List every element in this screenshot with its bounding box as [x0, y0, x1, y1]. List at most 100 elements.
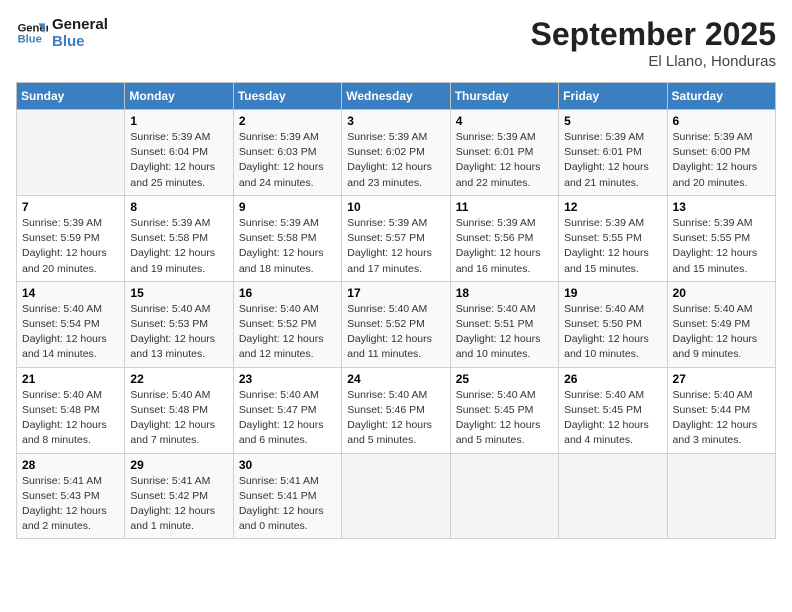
- day-number: 15: [130, 286, 227, 300]
- day-info: Sunrise: 5:39 AM Sunset: 6:04 PM Dayligh…: [130, 130, 227, 191]
- day-info: Sunrise: 5:40 AM Sunset: 5:52 PM Dayligh…: [239, 302, 336, 363]
- calendar-week-row: 14Sunrise: 5:40 AM Sunset: 5:54 PM Dayli…: [17, 281, 776, 367]
- calendar-cell: 12 Sunrise: 5:39 AM Sunset: 5:55 PM Dayli…: [559, 195, 667, 281]
- day-number: 4: [456, 114, 553, 128]
- day-number: 6: [673, 114, 770, 128]
- logo-general: General: [52, 16, 108, 33]
- calendar-cell: 30 Sunrise: 5:41 AM Sunset: 5:41 PM Dayli…: [233, 453, 341, 539]
- calendar-cell: 18 Sunrise: 5:40 AM Sunset: 5:51 PM Dayli…: [450, 281, 558, 367]
- calendar-cell: [667, 453, 775, 539]
- day-info: Sunrise: 5:40 AM Sunset: 5:48 PM Dayligh…: [130, 388, 227, 449]
- day-info: Sunrise: 5:39 AM Sunset: 5:59 PM Dayligh…: [22, 216, 119, 277]
- day-number: 24: [347, 372, 444, 386]
- day-info: Sunrise: 5:39 AM Sunset: 6:01 PM Dayligh…: [564, 130, 661, 191]
- day-number: 29: [130, 458, 227, 472]
- day-number: 18: [456, 286, 553, 300]
- calendar-header-saturday: Saturday: [667, 83, 775, 110]
- calendar-cell: 4 Sunrise: 5:39 AM Sunset: 6:01 PM Daylig…: [450, 110, 558, 196]
- calendar-cell: [342, 453, 450, 539]
- day-info: Sunrise: 5:40 AM Sunset: 5:45 PM Dayligh…: [456, 388, 553, 449]
- day-number: 10: [347, 200, 444, 214]
- day-number: 9: [239, 200, 336, 214]
- location-subtitle: El Llano, Honduras: [531, 53, 776, 70]
- day-info: Sunrise: 5:39 AM Sunset: 6:02 PM Dayligh…: [347, 130, 444, 191]
- calendar-cell: 10 Sunrise: 5:39 AM Sunset: 5:57 PM Dayli…: [342, 195, 450, 281]
- day-info: Sunrise: 5:41 AM Sunset: 5:41 PM Dayligh…: [239, 474, 336, 535]
- calendar-cell: 25 Sunrise: 5:40 AM Sunset: 5:45 PM Dayli…: [450, 367, 558, 453]
- month-title: September 2025: [531, 16, 776, 53]
- day-info: Sunrise: 5:40 AM Sunset: 5:52 PM Dayligh…: [347, 302, 444, 363]
- day-info: Sunrise: 5:39 AM Sunset: 5:55 PM Dayligh…: [564, 216, 661, 277]
- day-info: Sunrise: 5:40 AM Sunset: 5:53 PM Dayligh…: [130, 302, 227, 363]
- day-info: Sunrise: 5:39 AM Sunset: 5:55 PM Dayligh…: [673, 216, 770, 277]
- calendar-cell: 23 Sunrise: 5:40 AM Sunset: 5:47 PM Dayli…: [233, 367, 341, 453]
- calendar-cell: 14Sunrise: 5:40 AM Sunset: 5:54 PM Dayli…: [17, 281, 125, 367]
- day-number: 2: [239, 114, 336, 128]
- day-number: 23: [239, 372, 336, 386]
- calendar-cell: 2 Sunrise: 5:39 AM Sunset: 6:03 PM Daylig…: [233, 110, 341, 196]
- day-number: 19: [564, 286, 661, 300]
- day-info: Sunrise: 5:41 AM Sunset: 5:43 PM Dayligh…: [22, 474, 119, 535]
- calendar-week-row: 28 Sunrise: 5:41 AM Sunset: 5:43 PM Dayli…: [17, 453, 776, 539]
- day-number: 17: [347, 286, 444, 300]
- day-info: Sunrise: 5:40 AM Sunset: 5:51 PM Dayligh…: [456, 302, 553, 363]
- calendar-header-tuesday: Tuesday: [233, 83, 341, 110]
- calendar-cell: 26 Sunrise: 5:40 AM Sunset: 5:45 PM Dayli…: [559, 367, 667, 453]
- calendar-cell: 9Sunrise: 5:39 AM Sunset: 5:58 PM Daylig…: [233, 195, 341, 281]
- svg-text:Blue: Blue: [18, 34, 42, 46]
- day-info: Sunrise: 5:39 AM Sunset: 6:03 PM Dayligh…: [239, 130, 336, 191]
- day-number: 12: [564, 200, 661, 214]
- calendar-cell: 28 Sunrise: 5:41 AM Sunset: 5:43 PM Dayli…: [17, 453, 125, 539]
- logo-icon: General Blue: [16, 17, 48, 49]
- day-info: Sunrise: 5:39 AM Sunset: 5:58 PM Dayligh…: [130, 216, 227, 277]
- day-info: Sunrise: 5:40 AM Sunset: 5:46 PM Dayligh…: [347, 388, 444, 449]
- calendar-cell: 5 Sunrise: 5:39 AM Sunset: 6:01 PM Daylig…: [559, 110, 667, 196]
- day-number: 5: [564, 114, 661, 128]
- day-number: 30: [239, 458, 336, 472]
- day-info: Sunrise: 5:39 AM Sunset: 6:01 PM Dayligh…: [456, 130, 553, 191]
- calendar-header-friday: Friday: [559, 83, 667, 110]
- day-number: 25: [456, 372, 553, 386]
- calendar-cell: 27Sunrise: 5:40 AM Sunset: 5:44 PM Dayli…: [667, 367, 775, 453]
- calendar-table: SundayMondayTuesdayWednesdayThursdayFrid…: [16, 82, 776, 539]
- day-number: 26: [564, 372, 661, 386]
- calendar-cell: 15 Sunrise: 5:40 AM Sunset: 5:53 PM Dayli…: [125, 281, 233, 367]
- page-header: General Blue General Blue September 2025…: [16, 16, 776, 70]
- calendar-cell: 20 Sunrise: 5:40 AM Sunset: 5:49 PM Dayli…: [667, 281, 775, 367]
- day-info: Sunrise: 5:39 AM Sunset: 5:56 PM Dayligh…: [456, 216, 553, 277]
- day-number: 14: [22, 286, 119, 300]
- day-number: 11: [456, 200, 553, 214]
- day-info: Sunrise: 5:40 AM Sunset: 5:49 PM Dayligh…: [673, 302, 770, 363]
- day-info: Sunrise: 5:40 AM Sunset: 5:50 PM Dayligh…: [564, 302, 661, 363]
- calendar-cell: [559, 453, 667, 539]
- calendar-header-thursday: Thursday: [450, 83, 558, 110]
- calendar-cell: 3Sunrise: 5:39 AM Sunset: 6:02 PM Daylig…: [342, 110, 450, 196]
- day-number: 1: [130, 114, 227, 128]
- calendar-cell: [450, 453, 558, 539]
- day-number: 21: [22, 372, 119, 386]
- calendar-week-row: 7Sunrise: 5:39 AM Sunset: 5:59 PM Daylig…: [17, 195, 776, 281]
- day-number: 22: [130, 372, 227, 386]
- calendar-cell: 21 Sunrise: 5:40 AM Sunset: 5:48 PM Dayli…: [17, 367, 125, 453]
- calendar-cell: 22 Sunrise: 5:40 AM Sunset: 5:48 PM Dayli…: [125, 367, 233, 453]
- day-number: 20: [673, 286, 770, 300]
- day-info: Sunrise: 5:41 AM Sunset: 5:42 PM Dayligh…: [130, 474, 227, 535]
- calendar-cell: 24 Sunrise: 5:40 AM Sunset: 5:46 PM Dayli…: [342, 367, 450, 453]
- day-info: Sunrise: 5:40 AM Sunset: 5:44 PM Dayligh…: [673, 388, 770, 449]
- logo-blue: Blue: [52, 33, 108, 50]
- calendar-cell: 17 Sunrise: 5:40 AM Sunset: 5:52 PM Dayli…: [342, 281, 450, 367]
- day-info: Sunrise: 5:39 AM Sunset: 5:57 PM Dayligh…: [347, 216, 444, 277]
- calendar-cell: 7Sunrise: 5:39 AM Sunset: 5:59 PM Daylig…: [17, 195, 125, 281]
- day-info: Sunrise: 5:40 AM Sunset: 5:47 PM Dayligh…: [239, 388, 336, 449]
- calendar-cell: 29 Sunrise: 5:41 AM Sunset: 5:42 PM Dayli…: [125, 453, 233, 539]
- calendar-header-row: SundayMondayTuesdayWednesdayThursdayFrid…: [17, 83, 776, 110]
- calendar-cell: 11 Sunrise: 5:39 AM Sunset: 5:56 PM Dayli…: [450, 195, 558, 281]
- day-number: 28: [22, 458, 119, 472]
- day-info: Sunrise: 5:40 AM Sunset: 5:48 PM Dayligh…: [22, 388, 119, 449]
- calendar-week-row: 1 Sunrise: 5:39 AM Sunset: 6:04 PM Daylig…: [17, 110, 776, 196]
- calendar-week-row: 21 Sunrise: 5:40 AM Sunset: 5:48 PM Dayli…: [17, 367, 776, 453]
- calendar-cell: 1 Sunrise: 5:39 AM Sunset: 6:04 PM Daylig…: [125, 110, 233, 196]
- day-info: Sunrise: 5:40 AM Sunset: 5:45 PM Dayligh…: [564, 388, 661, 449]
- day-number: 8: [130, 200, 227, 214]
- calendar-cell: 19 Sunrise: 5:40 AM Sunset: 5:50 PM Dayli…: [559, 281, 667, 367]
